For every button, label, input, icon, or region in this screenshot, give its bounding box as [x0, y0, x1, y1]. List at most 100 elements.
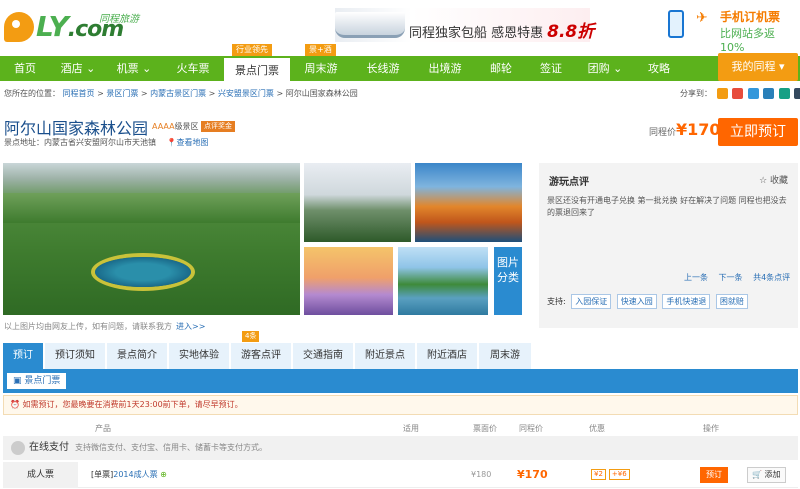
weibo-icon[interactable]: [732, 88, 744, 99]
tab-nearby-scenic[interactable]: 附近景点: [355, 343, 415, 369]
col-product: 产品: [95, 424, 111, 433]
online-pay-row: 在线支付 支持微信支付、支付宝、信用卡、储蓄卡等支付方式。: [3, 436, 798, 460]
qzone-icon[interactable]: [747, 88, 759, 99]
scenic-address: 景点地址：内蒙古省兴安盟阿尔山市天池镇 📍查看地图: [4, 138, 209, 147]
breadcrumb-link[interactable]: 景区门票: [106, 89, 138, 98]
banner-price: 8.8折: [547, 22, 595, 42]
nav-tag-leading: 行业领先: [232, 44, 272, 56]
support-list: 支持: 入园保证 快速入园 手机快速退 困就赔: [547, 294, 748, 309]
col-applicable: 适用: [403, 424, 419, 433]
add-button[interactable]: 🛒 添加: [747, 467, 786, 483]
review-count-badge: 4条: [242, 331, 260, 342]
share-label: 分享到：: [680, 89, 712, 98]
tab-transport[interactable]: 交通指南: [293, 343, 353, 369]
review-title: 游玩点评: [549, 177, 589, 188]
breadcrumb: 您所在的位置： 同程首页 > 景区门票 > 内蒙古景区门票 > 兴安盟景区门票 …: [4, 89, 358, 98]
favorite-button[interactable]: ☆ 收藏: [759, 173, 788, 186]
ticket-name[interactable]: [单票]2014成人票 ⊕: [91, 462, 167, 488]
promo-badge: ¥2: [591, 469, 606, 480]
nav-weekend[interactable]: 周末游: [290, 56, 352, 81]
price-value: ¥170: [676, 120, 721, 139]
crater-lake: [95, 257, 191, 287]
expand-icon[interactable]: ⊕: [160, 470, 167, 479]
main-photo[interactable]: [3, 163, 300, 315]
ticket-price: ¥170: [517, 468, 548, 481]
plane-icon: ✈: [696, 10, 708, 26]
review-content: 景区还没有开通电子兑换 第一批兑换 好在解决了问题 同程也把没去的票退回来了: [547, 196, 787, 217]
tab-experience[interactable]: 实地体验: [169, 343, 229, 369]
book-now-button[interactable]: 立即预订: [718, 118, 798, 146]
online-pay-desc: 支持微信支付、支付宝、信用卡、储蓄卡等支付方式。: [75, 443, 267, 452]
breadcrumb-link[interactable]: 内蒙古景区门票: [150, 89, 206, 98]
photo-category-button[interactable]: 图片分类: [494, 247, 522, 315]
review-next[interactable]: 下一条: [719, 273, 743, 282]
gallery-photo[interactable]: [415, 163, 522, 242]
ticket-type: 成人票: [3, 462, 78, 488]
order-button[interactable]: 预订: [700, 467, 728, 483]
forest-ridge: [3, 193, 300, 223]
cruise-ship-icon: [335, 12, 405, 38]
share-bar: 分享到：: [680, 88, 800, 99]
photo-note: 以上图片均由网友上传，如有问题，请联系我方 进入>>: [4, 322, 206, 331]
nav-outbound[interactable]: 出境游: [414, 56, 476, 81]
share-icon[interactable]: [716, 88, 728, 99]
page-title: 阿尔山国家森林公园: [4, 119, 149, 138]
app-promo[interactable]: ✈ 手机订机票 比网站多返10%: [668, 8, 798, 54]
renren-icon[interactable]: [794, 88, 800, 99]
nav-train[interactable]: 火车票: [162, 56, 224, 81]
promo-badge: +¥6: [608, 469, 630, 480]
photo-note-link[interactable]: 进入>>: [176, 322, 205, 331]
nav-scenic-tickets[interactable]: 景点门票: [224, 56, 290, 81]
tab-intro[interactable]: 景点简介: [107, 343, 167, 369]
nav-cruise[interactable]: 邮轮: [476, 56, 526, 81]
nav-hotel[interactable]: 酒店 ⌄: [50, 56, 106, 81]
col-price: 同程价: [519, 424, 543, 433]
my-account-button[interactable]: 我的同程 ▾: [718, 53, 798, 81]
gallery-photo[interactable]: [398, 247, 488, 315]
gallery-photo[interactable]: [304, 247, 393, 315]
douban-icon[interactable]: [778, 88, 790, 99]
phone-icon: [668, 10, 684, 38]
gallery-photo[interactable]: [304, 163, 411, 242]
discounts: ¥2 +¥6: [591, 462, 633, 488]
guarantee-entry-badge[interactable]: 入园保证: [571, 294, 612, 309]
tab-weekend[interactable]: 周末游: [479, 343, 531, 369]
nav-group-buy[interactable]: 团购 ⌄: [576, 56, 634, 81]
main-nav: 首页 酒店 ⌄ 机票 ⌄ 火车票 景点门票 周末游 长线游 出境游 邮轮 签证 …: [0, 56, 800, 81]
nav-long-trip[interactable]: 长线游: [352, 56, 414, 81]
nav-flight[interactable]: 机票 ⌄: [106, 56, 162, 81]
review-pager: 上一条 下一条 共4条点评: [684, 272, 790, 283]
compensation-badge[interactable]: 困就赔: [715, 294, 748, 309]
breadcrumb-prefix: 您所在的位置：: [4, 89, 60, 98]
tencent-icon[interactable]: [763, 88, 775, 99]
nav-home[interactable]: 首页: [0, 56, 50, 81]
review-bonus-badge: 点评奖金: [201, 121, 235, 132]
breadcrumb-current: 阿尔山国家森林公园: [285, 89, 358, 98]
col-list-price: 票面价: [473, 424, 497, 433]
tab-booking-notes[interactable]: 预订须知: [45, 343, 105, 369]
fast-entry-badge[interactable]: 快速入园: [616, 294, 657, 309]
ticket-tab[interactable]: ▣ 景点门票: [7, 373, 67, 389]
promo-banner[interactable]: 同程独家包船 感恩特惠 8.8折: [335, 8, 594, 42]
online-pay-icon: [11, 440, 25, 455]
table-header: 产品 适用 票面价 同程价 优惠 操作: [3, 421, 798, 435]
breadcrumb-link[interactable]: 同程首页: [63, 89, 95, 98]
tab-reviews[interactable]: 游客点评: [231, 343, 291, 369]
tab-booking[interactable]: 预订: [3, 343, 43, 369]
ticket-bar: ▣ 景点门票: [3, 369, 798, 393]
review-all[interactable]: 共4条点评: [753, 273, 790, 282]
review-prev[interactable]: 上一条: [684, 273, 708, 282]
mobile-refund-badge[interactable]: 手机快速退: [662, 294, 711, 309]
breadcrumb-link[interactable]: 兴安盟景区门票: [218, 89, 274, 98]
online-pay-title: 在线支付: [29, 442, 69, 453]
tab-nearby-hotel[interactable]: 附近酒店: [417, 343, 477, 369]
scenic-grade: AAAA级景区: [152, 122, 199, 131]
section-tabs: 预订 预订须知 景点简介 实地体验 游客点评 交通指南 附近景点 附近酒店 周末…: [3, 343, 798, 369]
nav-guide[interactable]: 攻略: [634, 56, 684, 81]
logo[interactable]: LY.com 同程旅游: [4, 6, 144, 46]
app-promo-title: 手机订机票: [720, 10, 781, 24]
logo-cn: 同程旅游: [99, 14, 139, 25]
col-action: 操作: [703, 424, 719, 433]
view-map-link[interactable]: 📍查看地图: [167, 138, 209, 147]
nav-visa[interactable]: 签证: [526, 56, 576, 81]
